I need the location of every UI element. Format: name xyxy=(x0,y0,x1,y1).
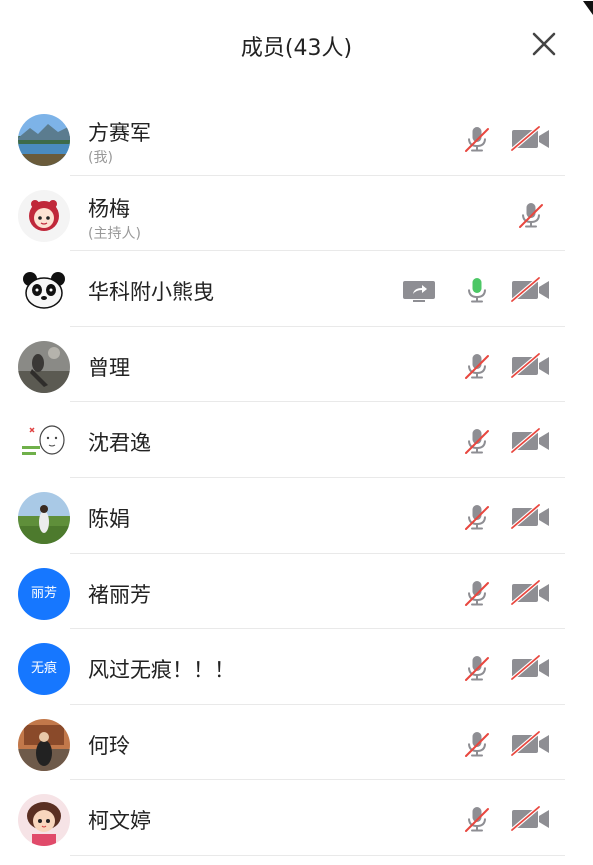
member-row[interactable]: 陈娟 xyxy=(0,478,593,554)
member-role: (主持人) xyxy=(88,225,141,242)
mic-muted-icon[interactable] xyxy=(462,578,492,608)
avatar xyxy=(18,340,70,393)
avatar xyxy=(18,114,70,166)
camera-off-icon[interactable] xyxy=(510,275,552,305)
member-row[interactable]: 方赛军 (我) xyxy=(0,100,593,176)
camera-off-icon[interactable] xyxy=(510,351,552,381)
avatar xyxy=(18,265,70,318)
avatar xyxy=(18,491,70,544)
member-name: 杨梅 xyxy=(88,196,130,221)
mic-muted-icon[interactable] xyxy=(516,200,546,230)
mic-muted-icon[interactable] xyxy=(462,729,492,759)
camera-off-icon[interactable] xyxy=(510,426,552,456)
close-icon[interactable] xyxy=(528,28,560,60)
member-name: 沈君逸 xyxy=(88,431,151,456)
member-name: 何玲 xyxy=(88,733,130,758)
camera-off-icon[interactable] xyxy=(510,578,552,608)
header: 成员(43人) xyxy=(0,0,593,92)
corner-mark xyxy=(581,0,593,15)
mic-muted-icon[interactable] xyxy=(462,124,492,154)
avatar: 无痕 xyxy=(18,643,70,696)
avatar xyxy=(18,189,70,242)
member-name: 褚丽芳 xyxy=(88,582,151,607)
camera-off-icon[interactable] xyxy=(510,124,552,154)
mic-muted-icon[interactable] xyxy=(462,502,492,532)
divider xyxy=(70,854,565,856)
member-row[interactable]: 丽芳 褚丽芳 xyxy=(0,554,593,630)
mic-on-icon[interactable] xyxy=(462,275,492,305)
member-name: 曾理 xyxy=(88,355,130,380)
camera-off-icon[interactable] xyxy=(510,804,552,834)
mic-muted-icon[interactable] xyxy=(462,804,492,834)
camera-off-icon[interactable] xyxy=(510,653,552,683)
member-name: 陈娟 xyxy=(88,506,130,531)
member-row[interactable]: 何玲 xyxy=(0,705,593,781)
member-row[interactable]: 曾理 xyxy=(0,327,593,403)
camera-off-icon[interactable] xyxy=(510,729,552,759)
avatar xyxy=(18,718,70,771)
member-name: 华科附小熊曳 xyxy=(88,280,214,305)
member-row[interactable]: 沈君逸 xyxy=(0,402,593,478)
member-row[interactable]: 杨梅 (主持人) xyxy=(0,176,593,252)
mic-muted-icon[interactable] xyxy=(462,653,492,683)
mic-muted-icon[interactable] xyxy=(462,426,492,456)
member-list: 方赛军 (我) 杨梅 (主持人) 华科附小熊曳 曾理 沈君逸 陈娟 丽芳 褚丽芳 无痕 风过无痕！！！… xyxy=(0,100,593,856)
member-name: 柯文婷 xyxy=(88,809,151,834)
member-role: (我) xyxy=(88,150,113,166)
member-name: 方赛军 xyxy=(88,121,151,145)
avatar: 丽芳 xyxy=(18,567,70,620)
avatar xyxy=(18,416,70,469)
avatar xyxy=(18,794,70,847)
member-name: 风过无痕！！！ xyxy=(88,658,235,683)
member-row[interactable]: 柯文婷 xyxy=(0,780,593,856)
page-title: 成员(43人) xyxy=(240,36,353,61)
camera-off-icon[interactable] xyxy=(510,502,552,532)
member-row[interactable]: 无痕 风过无痕！！！ xyxy=(0,629,593,705)
mic-muted-icon[interactable] xyxy=(462,351,492,381)
member-row[interactable]: 华科附小熊曳 xyxy=(0,251,593,327)
screen-share-icon[interactable] xyxy=(402,279,436,303)
